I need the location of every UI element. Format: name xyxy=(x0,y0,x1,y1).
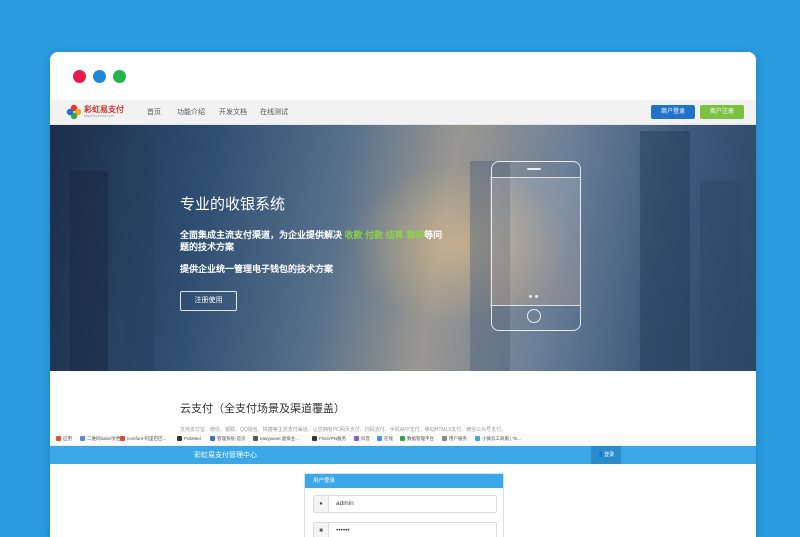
nav-item-online-test[interactable]: 在线测试 xyxy=(260,107,288,117)
site-logo[interactable]: 彩虹易支付 www.xxxxxxxx.com xyxy=(66,103,130,121)
admin-login-button[interactable]: 👤登录 xyxy=(591,446,621,464)
phone-speaker-icon xyxy=(527,168,541,170)
panel-icon xyxy=(253,436,258,441)
hero-description-prefix: 全面集成主流支付渠道，为企业提供解决 xyxy=(180,230,343,240)
bookmark-item[interactable]: 抖音 xyxy=(354,436,370,442)
maximize-dot[interactable] xyxy=(113,70,126,83)
section-title: 云支付（全支付场景及渠道覆盖） xyxy=(180,403,345,415)
password-field[interactable]: ■ •••••• xyxy=(313,522,497,537)
bookmark-label: 二维码babel文档 xyxy=(87,436,121,441)
logo-icon xyxy=(66,104,82,120)
nav-item-home[interactable]: 首页 xyxy=(147,107,161,117)
username-field[interactable]: ● admin xyxy=(313,495,497,513)
minimize-dot[interactable] xyxy=(93,70,106,83)
bookmark-label: 管理系统-首页 xyxy=(217,436,246,441)
hero-building xyxy=(700,181,740,371)
hero-highlight-marketing: 营销 xyxy=(406,230,425,240)
online-icon xyxy=(377,436,382,441)
window-titlebar xyxy=(50,52,756,100)
bookmark-item[interactable]: 在线 xyxy=(377,436,393,442)
hero-highlight-pay: 付款 xyxy=(365,230,384,240)
bookmark-item[interactable]: FirstVPN服务 xyxy=(312,436,346,442)
bookmark-label: 抖音 xyxy=(361,436,370,441)
bookmark-label: 数据管理平台 xyxy=(407,436,434,441)
username-value: admin xyxy=(336,500,354,507)
section-description: 支持支付宝、微信、银联、QQ钱包、快捷等主流支付渠道，让您拥有PC网页支付、扫码… xyxy=(180,427,507,433)
apps-icon xyxy=(56,436,61,441)
hero-description: 全面集成主流支付渠道，为企业提供解决 收款 付款 结算 营销等问题的技术方案 xyxy=(180,229,450,253)
register-use-button[interactable]: 注册使用 xyxy=(180,291,237,311)
logo-subtext: www.xxxxxxxx.com xyxy=(84,114,114,118)
bookmark-label: 在线 xyxy=(384,436,393,441)
cloud-icon xyxy=(475,436,480,441)
vpn-icon xyxy=(312,436,317,441)
bookmark-label: FirstVPN服务 xyxy=(319,436,346,441)
password-value: •••••• xyxy=(336,527,350,534)
bookmark-item[interactable]: 应用 xyxy=(56,436,72,442)
bookmark-label: easypanel 虚拟主... xyxy=(260,436,300,441)
bookmark-item[interactable]: 数据管理平台 xyxy=(400,436,434,442)
bookmark-label: 应用 xyxy=(63,436,72,441)
bookmark-item[interactable]: Iconfont-阿里巴巴... xyxy=(120,436,166,442)
pubmed-icon xyxy=(177,436,182,441)
hero-highlight-collect: 收款 xyxy=(344,230,363,240)
bookmark-item[interactable]: 小微云工商服 | Te... xyxy=(475,436,521,442)
bookmark-item[interactable]: PubMed xyxy=(177,436,201,441)
iconfont-icon xyxy=(120,436,125,441)
hero-banner: 专业的收银系统 全面集成主流支付渠道，为企业提供解决 收款 付款 结算 营销等问… xyxy=(50,124,756,371)
bookmark-label: 用户服务 xyxy=(449,436,467,441)
doc-icon xyxy=(80,436,85,441)
hero-building xyxy=(125,136,155,371)
carousel-dot[interactable] xyxy=(529,295,532,298)
user-icon: ● xyxy=(314,496,329,512)
hero-highlight-settle: 结算 xyxy=(385,230,404,240)
nav-item-docs[interactable]: 开发文档 xyxy=(219,107,247,117)
login-panel-title: 用户登录 xyxy=(305,474,503,488)
admin-title: 彩虹易支付管理中心 xyxy=(194,452,257,459)
merchant-login-button[interactable]: 商户登录 xyxy=(651,105,695,119)
hero-building xyxy=(640,131,690,371)
login-panel: 用户登录 ● admin ■ •••••• xyxy=(304,473,504,537)
lock-icon: ■ xyxy=(314,523,329,537)
admin-icon xyxy=(210,436,215,441)
bookmark-item[interactable]: 用户服务 xyxy=(442,436,467,442)
hero-building xyxy=(70,171,108,371)
bookmark-item[interactable]: 管理系统-首页 xyxy=(210,436,246,442)
bookmarks-bar: 应用 二维码babel文档 Iconfont-阿里巴巴... PubMed 管理… xyxy=(50,434,756,446)
nav-item-features[interactable]: 功能介绍 xyxy=(177,107,205,117)
carousel-dot[interactable] xyxy=(535,295,538,298)
douyin-icon xyxy=(354,436,359,441)
page-viewport: 彩虹易支付 www.xxxxxxxx.com 首页 功能介绍 开发文档 在线测试… xyxy=(50,100,756,537)
bookmark-item[interactable]: easypanel 虚拟主... xyxy=(253,436,299,442)
top-navbar: 彩虹易支付 www.xxxxxxxx.com 首页 功能介绍 开发文档 在线测试… xyxy=(50,100,756,125)
hero-title: 专业的收银系统 xyxy=(180,196,286,213)
phone-screen xyxy=(490,177,580,306)
admin-header-bar: 彩虹易支付管理中心 👤登录 xyxy=(50,446,756,464)
data-icon xyxy=(400,436,405,441)
browser-window: 彩虹易支付 www.xxxxxxxx.com 首页 功能介绍 开发文档 在线测试… xyxy=(50,52,756,537)
close-dot[interactable] xyxy=(73,70,86,83)
hero-subtitle: 提供企业统一管理电子钱包的技术方案 xyxy=(180,264,334,274)
bookmark-label: 小微云工商服 | Te... xyxy=(482,436,522,441)
bookmark-label: PubMed xyxy=(184,436,201,441)
phone-home-button-icon xyxy=(527,309,541,323)
bookmark-item[interactable]: 二维码babel文档 xyxy=(80,436,121,442)
user-service-icon xyxy=(442,436,447,441)
bookmark-label: Iconfont-阿里巴巴... xyxy=(127,436,167,441)
merchant-register-button[interactable]: 商户注册 xyxy=(700,105,744,119)
admin-login-label: 登录 xyxy=(604,452,615,458)
